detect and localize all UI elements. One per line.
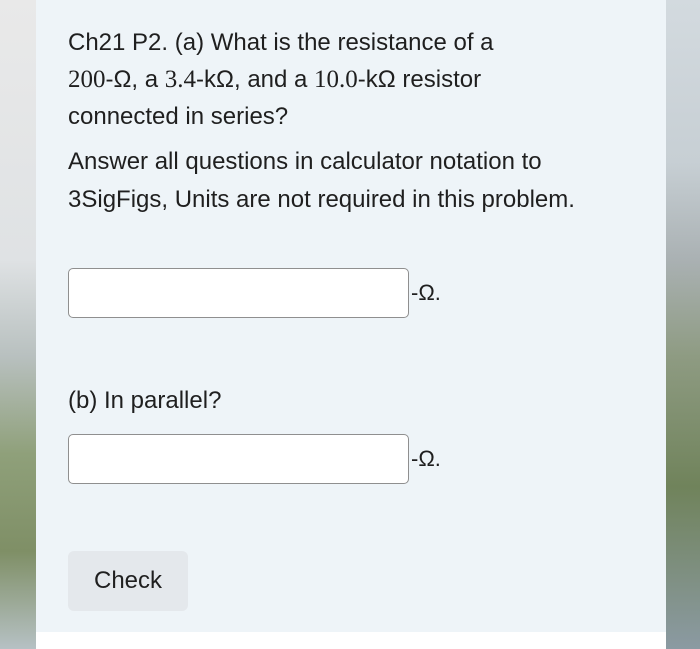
resistor-2-unit: -kΩ, and a xyxy=(196,66,315,93)
background-right xyxy=(666,0,700,649)
question-line-3: connected in series? xyxy=(68,103,289,130)
resistor-2-value: 3.4 xyxy=(164,66,197,93)
resistor-1-unit: -Ω, a xyxy=(105,66,165,93)
part-b-answer-input[interactable] xyxy=(68,434,409,484)
part-b-unit: -Ω. xyxy=(411,446,441,471)
question-text: Ch21 P2. (a) What is the resistance of a… xyxy=(68,24,638,135)
card-bottom-gap xyxy=(36,632,666,649)
resistor-3-value: 10.0 xyxy=(314,66,358,93)
part-a-answer-input[interactable] xyxy=(68,268,409,318)
part-a-unit: -Ω. xyxy=(411,280,441,305)
resistor-1-value: 200 xyxy=(68,66,106,93)
instructions-text: Answer all questions in calculator notat… xyxy=(68,148,575,213)
question-line-1: Ch21 P2. (a) What is the resistance of a xyxy=(68,29,494,56)
part-a-answer-row: -Ω. xyxy=(68,268,441,318)
check-button[interactable]: Check xyxy=(68,551,188,611)
background-left xyxy=(0,0,36,649)
resistor-3-unit: -kΩ resistor xyxy=(357,66,482,93)
question-line-2: 200-Ω, a 3.4-kΩ, and a 10.0-kΩ resistor xyxy=(68,61,638,98)
part-b-answer-row: -Ω. xyxy=(68,434,441,484)
part-b-label: (b) In parallel? xyxy=(68,387,222,414)
